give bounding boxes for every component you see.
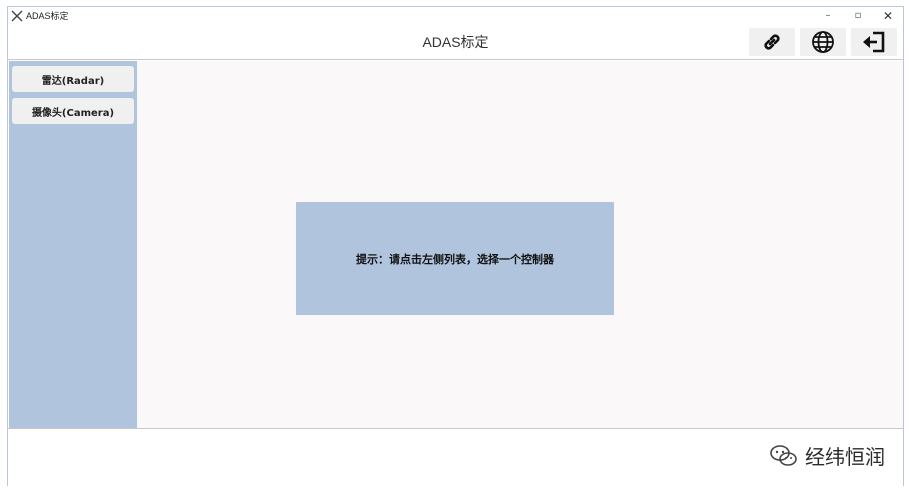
- maximize-button[interactable]: ▫: [843, 7, 873, 24]
- watermark: 经纬恒润: [769, 441, 885, 470]
- sidebar-item-radar[interactable]: 雷达(Radar): [12, 66, 134, 92]
- main-panel: 提示：请点击左侧列表，选择一个控制器: [137, 61, 903, 428]
- logout-icon: [863, 31, 885, 53]
- language-button[interactable]: [800, 28, 846, 56]
- sidebar-item-camera[interactable]: 摄像头(Camera): [12, 98, 134, 124]
- globe-icon: [812, 31, 834, 53]
- close-button[interactable]: ✕: [873, 7, 903, 24]
- watermark-text: 经纬恒润: [805, 445, 885, 469]
- hint-message: 提示：请点击左侧列表，选择一个控制器: [296, 202, 614, 315]
- link-icon: [764, 34, 780, 50]
- connect-button[interactable]: [749, 28, 795, 56]
- minimize-button[interactable]: –: [813, 7, 843, 24]
- tools-icon: [11, 10, 23, 21]
- app-title: ADAS标定: [26, 11, 69, 21]
- header-bar: ADAS标定: [8, 24, 903, 60]
- footer-bar: 经纬恒润: [8, 428, 903, 486]
- sidebar: 雷达(Radar) 摄像头(Camera): [9, 61, 137, 428]
- title-bar[interactable]: ADAS标定 – ▫ ✕: [8, 7, 903, 24]
- wechat-icon: [770, 444, 797, 466]
- app-window: ADAS标定 – ▫ ✕ ADAS标定 雷达(Radar) 摄像头(Camera…: [7, 6, 904, 486]
- logout-button[interactable]: [851, 28, 897, 56]
- window-controls: – ▫ ✕: [813, 7, 903, 24]
